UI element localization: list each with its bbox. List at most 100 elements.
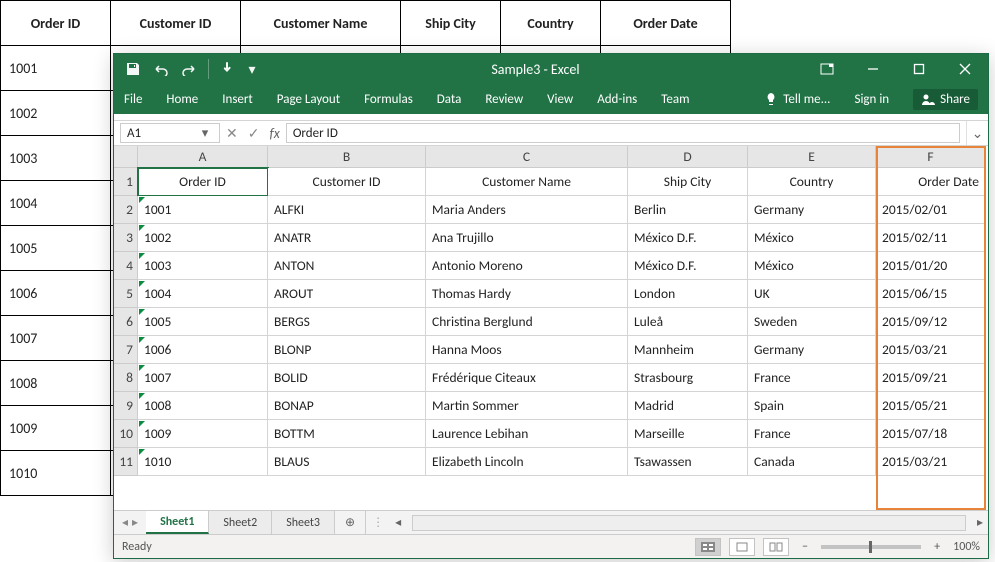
hscroll-right-icon[interactable]: ▸ [972,516,988,530]
zoom-slider[interactable] [821,545,921,549]
cell-header[interactable]: Customer Name [426,168,628,196]
cell-data[interactable]: London [628,280,748,308]
name-box-dropdown-icon[interactable]: ▾ [197,126,213,141]
cell-header[interactable]: Customer ID [268,168,426,196]
tell-me-search[interactable]: Tell me... [764,92,830,107]
tab-home[interactable]: Home [166,92,198,107]
zoom-in-button[interactable]: + [929,540,945,554]
cell-data[interactable]: Germany [748,196,876,224]
cell-data[interactable]: ANATR [268,224,426,252]
cell-data[interactable]: BOTTM [268,420,426,448]
maximize-button[interactable] [896,54,942,84]
cell-data[interactable]: 2015/09/21 [876,364,986,392]
enter-formula-icon[interactable]: ✓ [248,125,260,142]
cell-data[interactable]: Frédérique Citeaux [426,364,628,392]
cell-data[interactable]: 1003 [138,252,268,280]
formula-bar-expand-icon[interactable]: ⌄ [966,121,988,145]
cell-header[interactable]: Ship City [628,168,748,196]
zoom-out-button[interactable]: − [797,540,813,554]
tab-view[interactable]: View [547,92,573,107]
cell-data[interactable]: 1005 [138,308,268,336]
select-all-corner[interactable] [114,146,138,168]
cell-data[interactable]: Strasbourg [628,364,748,392]
ribbon-display-options-icon[interactable] [804,54,850,84]
tab-file[interactable]: File [124,92,142,107]
cell-data[interactable]: México D.F. [628,252,748,280]
tab-add-ins[interactable]: Add-ins [597,92,637,107]
cell-data[interactable]: Hanna Moos [426,336,628,364]
share-button[interactable]: Share [913,89,978,110]
row-header-11[interactable]: 11 [114,448,138,476]
cell-data[interactable]: UK [748,280,876,308]
cell-data[interactable]: 1009 [138,420,268,448]
page-layout-view-button[interactable] [729,538,755,556]
cell-data[interactable]: 1010 [138,448,268,476]
sign-in-link[interactable]: Sign in [854,92,889,107]
cell-data[interactable]: Marseille [628,420,748,448]
row-header-7[interactable]: 7 [114,336,138,364]
tab-nav-next-icon[interactable]: ▸ [132,515,138,530]
cell-data[interactable]: Canada [748,448,876,476]
sheet-tab-sheet1[interactable]: Sheet1 [146,511,209,534]
redo-icon[interactable] [180,60,198,78]
cell-data[interactable]: BOLID [268,364,426,392]
cell-data[interactable]: 2015/05/21 [876,392,986,420]
cell-data[interactable]: 1004 [138,280,268,308]
cell-data[interactable]: Mannheim [628,336,748,364]
formula-input[interactable]: Order ID [286,123,960,143]
column-header-A[interactable]: A [138,146,268,168]
cell-data[interactable]: BLAUS [268,448,426,476]
normal-view-button[interactable] [695,538,721,556]
row-header-5[interactable]: 5 [114,280,138,308]
column-header-C[interactable]: C [426,146,628,168]
row-header-8[interactable]: 8 [114,364,138,392]
cell-data[interactable]: 2015/06/15 [876,280,986,308]
horizontal-scrollbar[interactable] [412,515,966,531]
name-box[interactable]: A1 ▾ [120,123,220,143]
cell-data[interactable]: 2015/03/21 [876,336,986,364]
cell-header[interactable]: Country [748,168,876,196]
cell-data[interactable]: México [748,224,876,252]
cell-data[interactable]: France [748,420,876,448]
touch-mode-icon[interactable] [219,60,237,78]
cell-data[interactable]: 1001 [138,196,268,224]
save-icon[interactable] [124,60,142,78]
tab-formulas[interactable]: Formulas [364,92,413,107]
tab-insert[interactable]: Insert [222,92,253,107]
cell-data[interactable]: Spain [748,392,876,420]
cell-data[interactable]: 1008 [138,392,268,420]
column-header-D[interactable]: D [628,146,748,168]
column-header-B[interactable]: B [268,146,426,168]
cell-header[interactable]: Order Date [876,168,986,196]
cell-data[interactable]: Madrid [628,392,748,420]
cell-data[interactable]: Thomas Hardy [426,280,628,308]
page-break-view-button[interactable] [763,538,789,556]
cell-data[interactable]: 2015/03/21 [876,448,986,476]
undo-icon[interactable] [152,60,170,78]
cell-data[interactable]: Ana Trujillo [426,224,628,252]
cell-data[interactable]: BONAP [268,392,426,420]
cell-data[interactable]: México [748,252,876,280]
sheet-tab-sheet2[interactable]: Sheet2 [209,511,272,534]
cell-data[interactable]: ANTON [268,252,426,280]
cell-data[interactable]: Sweden [748,308,876,336]
cell-data[interactable]: 2015/02/11 [876,224,986,252]
row-header-4[interactable]: 4 [114,252,138,280]
cell-data[interactable]: Martin Sommer [426,392,628,420]
cell-data[interactable]: Maria Anders [426,196,628,224]
cell-data[interactable]: BLONP [268,336,426,364]
row-header-10[interactable]: 10 [114,420,138,448]
cell-data[interactable]: 1002 [138,224,268,252]
add-sheet-button[interactable]: ⊕ [335,511,365,534]
row-header-6[interactable]: 6 [114,308,138,336]
row-header-1[interactable]: 1 [114,168,138,196]
cell-data[interactable]: 2015/07/18 [876,420,986,448]
cell-data[interactable]: ALFKI [268,196,426,224]
cell-data[interactable]: Christina Berglund [426,308,628,336]
row-header-2[interactable]: 2 [114,196,138,224]
close-button[interactable] [942,54,988,84]
row-header-9[interactable]: 9 [114,392,138,420]
cell-data[interactable]: 2015/09/12 [876,308,986,336]
cell-data[interactable]: Germany [748,336,876,364]
qat-customize-icon[interactable]: ▾ [247,60,257,78]
